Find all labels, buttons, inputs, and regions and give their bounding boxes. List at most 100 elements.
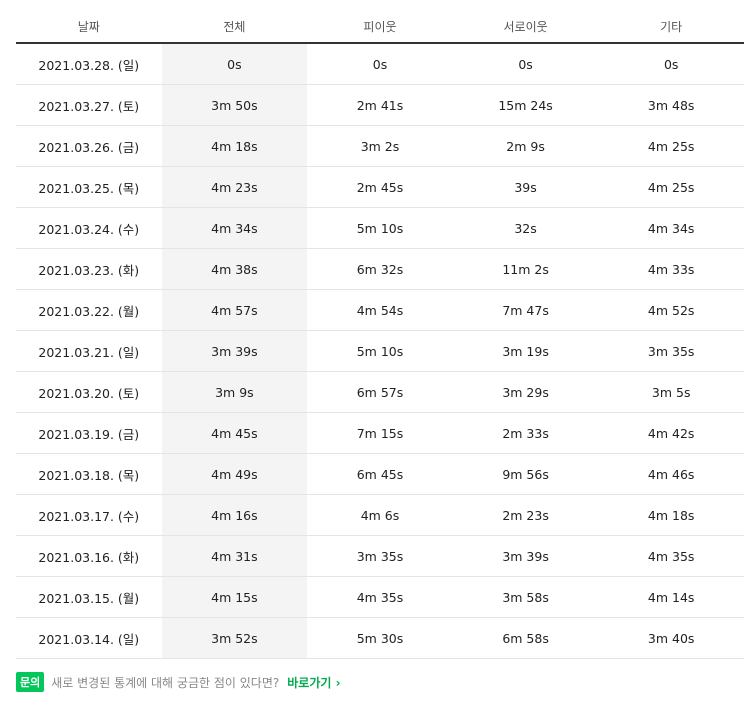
- cell-other: 3m 40s: [598, 617, 744, 659]
- table-header-row: 날짜 전체 피이웃 서로이웃 기타: [16, 10, 744, 44]
- cell-other: 3m 35s: [598, 330, 744, 372]
- cell-neighbor: 2m 41s: [307, 84, 453, 126]
- cell-mutual-neighbor: 6m 58s: [452, 617, 599, 659]
- cell-other: 4m 42s: [598, 412, 744, 454]
- cell-date: 2021.03.14. (일): [16, 617, 162, 659]
- cell-neighbor: 5m 10s: [307, 330, 453, 372]
- cell-total: 4m 16s: [161, 494, 308, 536]
- cell-total: 4m 45s: [161, 412, 308, 454]
- cell-total: 3m 52s: [161, 617, 308, 659]
- table-row: 2021.03.24. (수) 4m 34s 5m 10s 32s 4m 34s: [16, 207, 744, 249]
- cell-total: 3m 9s: [161, 371, 308, 413]
- header-date: 날짜: [16, 10, 162, 44]
- cell-date: 2021.03.24. (수): [16, 207, 162, 249]
- cell-date: 2021.03.22. (월): [16, 289, 162, 331]
- cell-total: 4m 57s: [161, 289, 308, 331]
- cell-mutual-neighbor: 15m 24s: [452, 84, 599, 126]
- cell-mutual-neighbor: 39s: [452, 166, 599, 208]
- cell-date: 2021.03.26. (금): [16, 125, 162, 167]
- cell-mutual-neighbor: 2m 9s: [452, 125, 599, 167]
- cell-date: 2021.03.25. (목): [16, 166, 162, 208]
- cell-neighbor: 0s: [307, 43, 453, 85]
- stats-page: 날짜 전체 피이웃 서로이웃 기타 2021.03.28. (일) 0s 0s …: [0, 0, 756, 710]
- cell-other: 4m 52s: [598, 289, 744, 331]
- table-row: 2021.03.23. (화) 4m 38s 6m 32s 11m 2s 4m …: [16, 248, 744, 290]
- header-neighbor: 피이웃: [307, 10, 453, 44]
- cell-total: 4m 15s: [161, 576, 308, 618]
- table-row: 2021.03.16. (화) 4m 31s 3m 35s 3m 39s 4m …: [16, 535, 744, 577]
- cell-total: 4m 38s: [161, 248, 308, 290]
- table-row: 2021.03.28. (일) 0s 0s 0s 0s: [16, 43, 744, 85]
- cell-total: 3m 50s: [161, 84, 308, 126]
- cell-neighbor: 3m 2s: [307, 125, 453, 167]
- cell-neighbor: 5m 30s: [307, 617, 453, 659]
- cell-mutual-neighbor: 32s: [452, 207, 599, 249]
- cell-total: 0s: [161, 43, 308, 85]
- header-other: 기타: [598, 10, 744, 44]
- cell-total: 4m 31s: [161, 535, 308, 577]
- cell-total: 4m 18s: [161, 125, 308, 167]
- table-row: 2021.03.21. (일) 3m 39s 5m 10s 3m 19s 3m …: [16, 330, 744, 372]
- inquiry-footer: 문의 새로 변경된 통계에 대해 궁금한 점이 있다면? 바로가기 ›: [16, 672, 341, 692]
- cell-date: 2021.03.16. (화): [16, 535, 162, 577]
- table-body: 2021.03.28. (일) 0s 0s 0s 0s 2021.03.27. …: [16, 43, 744, 659]
- cell-mutual-neighbor: 2m 33s: [452, 412, 599, 454]
- inquiry-badge: 문의: [16, 672, 45, 692]
- table-row: 2021.03.22. (월) 4m 57s 4m 54s 7m 47s 4m …: [16, 289, 744, 331]
- cell-neighbor: 7m 15s: [307, 412, 453, 454]
- table-row: 2021.03.18. (목) 4m 49s 6m 45s 9m 56s 4m …: [16, 453, 744, 495]
- cell-date: 2021.03.20. (토): [16, 371, 162, 413]
- cell-neighbor: 2m 45s: [307, 166, 453, 208]
- cell-date: 2021.03.23. (화): [16, 248, 162, 290]
- cell-other: 0s: [598, 43, 744, 85]
- cell-other: 4m 25s: [598, 125, 744, 167]
- cell-mutual-neighbor: 2m 23s: [452, 494, 599, 536]
- cell-total: 4m 34s: [161, 207, 308, 249]
- inquiry-text: 새로 변경된 통계에 대해 궁금한 점이 있다면?: [51, 675, 280, 690]
- cell-mutual-neighbor: 9m 56s: [452, 453, 599, 495]
- cell-total: 3m 39s: [161, 330, 308, 372]
- table-row: 2021.03.17. (수) 4m 16s 4m 6s 2m 23s 4m 1…: [16, 494, 744, 536]
- header-total: 전체: [161, 10, 308, 44]
- cell-mutual-neighbor: 3m 39s: [452, 535, 599, 577]
- header-mutual-neighbor: 서로이웃: [452, 10, 599, 44]
- cell-neighbor: 3m 35s: [307, 535, 453, 577]
- table-row: 2021.03.19. (금) 4m 45s 7m 15s 2m 33s 4m …: [16, 412, 744, 454]
- cell-other: 4m 35s: [598, 535, 744, 577]
- cell-other: 3m 5s: [598, 371, 744, 413]
- cell-neighbor: 4m 35s: [307, 576, 453, 618]
- cell-mutual-neighbor: 3m 19s: [452, 330, 599, 372]
- cell-date: 2021.03.21. (일): [16, 330, 162, 372]
- cell-neighbor: 4m 6s: [307, 494, 453, 536]
- table-row: 2021.03.14. (일) 3m 52s 5m 30s 6m 58s 3m …: [16, 617, 744, 659]
- cell-mutual-neighbor: 11m 2s: [452, 248, 599, 290]
- cell-other: 4m 18s: [598, 494, 744, 536]
- cell-other: 3m 48s: [598, 84, 744, 126]
- cell-other: 4m 34s: [598, 207, 744, 249]
- cell-other: 4m 33s: [598, 248, 744, 290]
- cell-date: 2021.03.19. (금): [16, 412, 162, 454]
- table-row: 2021.03.20. (토) 3m 9s 6m 57s 3m 29s 3m 5…: [16, 371, 744, 413]
- table-row: 2021.03.25. (목) 4m 23s 2m 45s 39s 4m 25s: [16, 166, 744, 208]
- cell-mutual-neighbor: 3m 29s: [452, 371, 599, 413]
- table-row: 2021.03.26. (금) 4m 18s 3m 2s 2m 9s 4m 25…: [16, 125, 744, 167]
- cell-other: 4m 46s: [598, 453, 744, 495]
- cell-other: 4m 25s: [598, 166, 744, 208]
- cell-total: 4m 49s: [161, 453, 308, 495]
- table-row: 2021.03.15. (월) 4m 15s 4m 35s 3m 58s 4m …: [16, 576, 744, 618]
- cell-neighbor: 5m 10s: [307, 207, 453, 249]
- cell-mutual-neighbor: 7m 47s: [452, 289, 599, 331]
- cell-date: 2021.03.15. (월): [16, 576, 162, 618]
- cell-mutual-neighbor: 3m 58s: [452, 576, 599, 618]
- cell-date: 2021.03.17. (수): [16, 494, 162, 536]
- go-to-inquiry-link[interactable]: 바로가기 ›: [287, 674, 340, 691]
- cell-date: 2021.03.27. (토): [16, 84, 162, 126]
- cell-total: 4m 23s: [161, 166, 308, 208]
- cell-neighbor: 6m 45s: [307, 453, 453, 495]
- table-row: 2021.03.27. (토) 3m 50s 2m 41s 15m 24s 3m…: [16, 84, 744, 126]
- cell-neighbor: 4m 54s: [307, 289, 453, 331]
- cell-mutual-neighbor: 0s: [452, 43, 599, 85]
- cell-date: 2021.03.28. (일): [16, 43, 162, 85]
- stats-table: 날짜 전체 피이웃 서로이웃 기타 2021.03.28. (일) 0s 0s …: [16, 10, 744, 659]
- cell-neighbor: 6m 57s: [307, 371, 453, 413]
